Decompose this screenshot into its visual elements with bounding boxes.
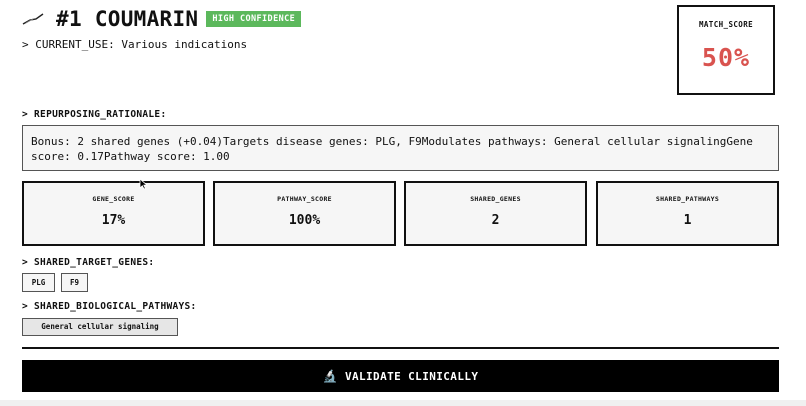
current-use-text: > CURRENT_USE: Various indications (22, 38, 248, 51)
match-score-value: 50% (701, 43, 751, 72)
rationale-label: > REPURPOSING_RATIONALE: (22, 109, 167, 120)
metric-card-shared-pathways: SHARED_PATHWAYS 1 (596, 181, 779, 246)
page-title: #1 COUMARIN (56, 7, 199, 31)
metric-card-pathway-score: PATHWAY_SCORE 100% (213, 181, 396, 246)
validate-clinically-button[interactable]: 🔬 VALIDATE CLINICALLY (22, 360, 779, 392)
metric-label: SHARED_GENES (470, 195, 521, 203)
gene-chip-f9[interactable]: F9 (61, 273, 88, 292)
metric-label: PATHWAY_SCORE (277, 195, 332, 203)
validate-button-label: VALIDATE CLINICALLY (344, 369, 479, 383)
shared-pathways-label: > SHARED_BIOLOGICAL_PATHWAYS: (22, 301, 197, 312)
metric-card-gene-score: GENE_SCORE 17% (22, 181, 205, 246)
rationale-text: Bonus: 2 shared genes (+0.04)Targets dis… (22, 125, 779, 171)
metric-card-shared-genes: SHARED_GENES 2 (404, 181, 587, 246)
divider (22, 347, 779, 349)
metric-label: GENE_SCORE (92, 195, 135, 203)
match-score-label: MATCH_SCORE (698, 20, 754, 29)
metric-label: SHARED_PATHWAYS (655, 195, 720, 203)
pathway-chip-general-cellular-signaling[interactable]: General cellular signaling (22, 318, 178, 336)
confidence-badge: HIGH CONFIDENCE (206, 11, 302, 27)
molecule-glyph-icon (22, 13, 44, 25)
shared-genes-label: > SHARED_TARGET_GENES: (22, 257, 155, 268)
gene-chip-plg[interactable]: PLG (22, 273, 55, 292)
bottom-strip (0, 400, 806, 406)
mouse-cursor-icon (139, 178, 148, 190)
match-score-card: MATCH_SCORE 50% (677, 5, 775, 95)
metric-value: 2 (491, 213, 500, 228)
microscope-icon: 🔬 (322, 369, 338, 383)
metric-value: 1 (683, 213, 692, 228)
metric-value: 100% (288, 213, 321, 228)
metric-value: 17% (101, 213, 126, 228)
title-row: #1 COUMARIN HIGH CONFIDENCE (22, 6, 302, 32)
